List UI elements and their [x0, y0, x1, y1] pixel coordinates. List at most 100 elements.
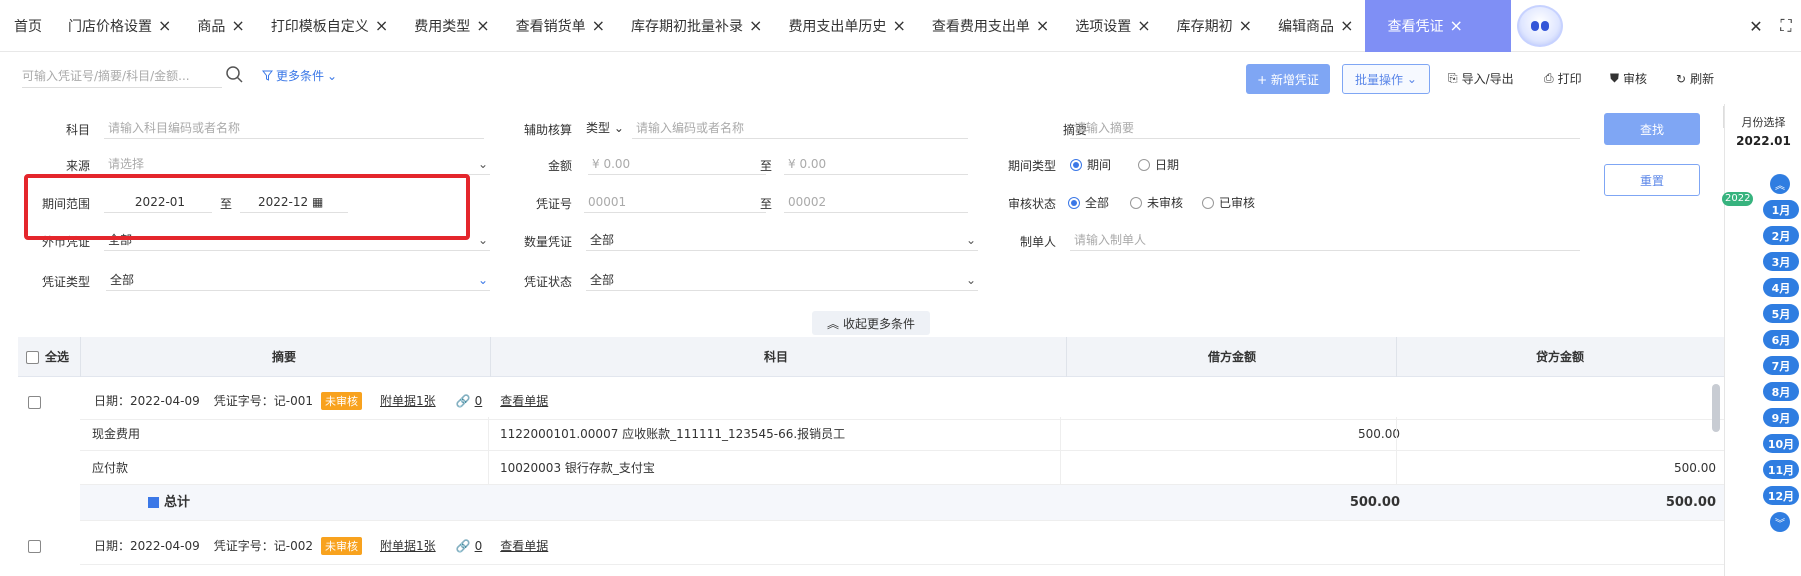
audit-pending-radio[interactable]: 未审核	[1130, 194, 1183, 211]
close-icon[interactable]: ×	[231, 16, 244, 35]
summary-input[interactable]: 请输入摘要	[1070, 117, 1580, 139]
period-to-input[interactable]: 2022-12 ▦	[240, 191, 348, 213]
search-input[interactable]	[22, 64, 222, 88]
close-icon[interactable]: ×	[1036, 16, 1049, 35]
chevron-down-icon: ⌄	[965, 273, 976, 287]
reset-button[interactable]: 重置	[1604, 164, 1700, 196]
find-button[interactable]: 查找	[1604, 113, 1700, 145]
view-document-link[interactable]: 查看单据	[500, 537, 548, 554]
more-conditions-toggle[interactable]: 更多条件 ⌄	[262, 67, 337, 84]
audit-done-radio[interactable]: 已审核	[1202, 194, 1255, 211]
tab-view-voucher[interactable]: 查看凭证 ×	[1365, 0, 1511, 52]
close-icon[interactable]: ×	[375, 16, 388, 35]
aux-label: 辅助核算	[523, 123, 572, 137]
audit-all-radio[interactable]: 全部	[1068, 194, 1109, 211]
search-icon[interactable]	[224, 64, 246, 86]
period-from-input[interactable]: 2022-01	[104, 191, 212, 213]
month-button[interactable]: 1月	[1763, 200, 1799, 219]
amount-to-input[interactable]: ¥ 0.00	[784, 153, 968, 175]
tab-stock-opening[interactable]: 库存期初 ×	[1163, 0, 1264, 52]
close-icon[interactable]: ×	[749, 16, 762, 35]
total-credit: 500.00	[1665, 495, 1716, 510]
batch-operations-button[interactable]: 批量操作 ⌄	[1342, 64, 1430, 94]
total-label-wrap: 总计	[148, 485, 190, 521]
month-button[interactable]: 9月	[1763, 408, 1799, 427]
tab-options[interactable]: 选项设置 ×	[1061, 0, 1162, 52]
sum-icon	[148, 497, 159, 508]
aux-type-select[interactable]: 类型 ⌄	[582, 117, 624, 139]
close-window-icon[interactable]: ✕	[1741, 17, 1771, 36]
voucher-status-value: 全部	[590, 273, 615, 287]
month-button[interactable]: 6月	[1763, 330, 1799, 349]
row-checkbox[interactable]	[28, 540, 41, 553]
period-type-date-radio[interactable]: 日期	[1138, 156, 1179, 173]
close-icon[interactable]: ×	[1340, 16, 1353, 35]
month-button[interactable]: 3月	[1763, 252, 1799, 271]
column-divider	[80, 337, 81, 377]
table-row[interactable]: 应付款 10020003 银行存款_支付宝 500.00	[80, 451, 1724, 485]
tab-edit-goods[interactable]: 编辑商品 ×	[1264, 0, 1365, 52]
print-button[interactable]: ⎙ 打印	[1544, 70, 1582, 87]
tab-stock-batch[interactable]: 库存期初批量补录 ×	[617, 0, 774, 52]
table-row[interactable]: 现金费用 1122000101.00007 应收账款_111111_123545…	[80, 417, 1724, 451]
scrollbar[interactable]	[1712, 384, 1720, 432]
month-button[interactable]: 4月	[1763, 278, 1799, 297]
month-button[interactable]: 7月	[1763, 356, 1799, 375]
import-export-button[interactable]: ⎘ 导入/导出	[1448, 70, 1514, 87]
tab-home[interactable]: 首页	[0, 0, 54, 52]
collapse-conditions-button[interactable]: ︽ 收起更多条件	[812, 311, 930, 335]
radio-label: 已审核	[1219, 196, 1256, 210]
new-voucher-button[interactable]: + 新增凭证	[1246, 64, 1330, 94]
tab-print-template[interactable]: 打印模板自定义 ×	[257, 0, 400, 52]
attachment-link[interactable]: 附单据1张	[380, 392, 436, 409]
tab-store-price[interactable]: 门店价格设置 ×	[54, 0, 183, 52]
tab-expense-type[interactable]: 费用类型 ×	[400, 0, 501, 52]
chevron-down-icon: ⌄	[477, 273, 488, 287]
voucher-type-select[interactable]: 全部 ⌄	[106, 269, 490, 291]
month-button[interactable]: 12月	[1763, 486, 1799, 505]
row-checkbox[interactable]	[28, 396, 41, 409]
link-count[interactable]: 0	[475, 539, 483, 553]
close-icon[interactable]: ×	[158, 16, 171, 35]
chevron-up-icon[interactable]: ︽	[1770, 174, 1790, 194]
checkbox-icon	[26, 350, 39, 364]
close-icon[interactable]: ×	[892, 16, 905, 35]
month-button[interactable]: 11月	[1763, 460, 1799, 479]
close-icon[interactable]: ×	[1449, 16, 1462, 35]
voucher-status-select[interactable]: 全部 ⌄	[586, 269, 978, 291]
tab-goods[interactable]: 商品 ×	[183, 0, 256, 52]
assistant-robot-icon[interactable]	[1512, 0, 1568, 52]
month-button[interactable]: 10月	[1763, 434, 1799, 453]
tab-label: 选项设置	[1075, 18, 1132, 35]
status-badge: 未审核	[321, 391, 362, 410]
view-document-link[interactable]: 查看单据	[500, 392, 548, 409]
close-icon[interactable]: ×	[1137, 16, 1150, 35]
refresh-button[interactable]: ↻ 刷新	[1676, 70, 1714, 87]
audit-button[interactable]: ⛊ 审核	[1610, 70, 1647, 87]
tab-expense-history[interactable]: 费用支出单历史 ×	[774, 0, 917, 52]
tab-view-expense[interactable]: 查看费用支出单 ×	[918, 0, 1061, 52]
month-button[interactable]: 8月	[1763, 382, 1799, 401]
period-type-period-radio[interactable]: 期间	[1070, 156, 1111, 173]
month-button[interactable]: 2月	[1763, 226, 1799, 245]
close-icon[interactable]: ×	[476, 16, 489, 35]
close-icon[interactable]: ×	[1239, 16, 1252, 35]
voucher-no-to-input[interactable]: 00002	[784, 191, 968, 213]
select-all[interactable]: 全选	[26, 337, 69, 377]
chevron-down-icon[interactable]: ︾	[1770, 512, 1790, 532]
voucher-status-label: 凭证状态	[523, 275, 572, 289]
month-button[interactable]: 5月	[1763, 304, 1799, 323]
attachment-link[interactable]: 附单据1张	[380, 537, 436, 554]
subject-input[interactable]: 请输入科目编码或者名称	[104, 117, 484, 139]
quantity-select[interactable]: 全部 ⌄	[586, 229, 978, 251]
fullscreen-icon[interactable]: ⛶	[1771, 16, 1801, 36]
creator-input[interactable]: 请输入制单人	[1070, 229, 1580, 251]
foreign-select[interactable]: 全部 ⌄	[104, 229, 490, 251]
voucher-no-label: 凭证号	[535, 197, 572, 211]
tab-sales-order[interactable]: 查看销货单 ×	[502, 0, 617, 52]
link-count[interactable]: 0	[475, 394, 483, 408]
source-select[interactable]: 请选择 ⌄	[104, 153, 490, 175]
close-icon[interactable]: ×	[592, 16, 605, 35]
radio-label: 全部	[1085, 196, 1110, 210]
aux-input[interactable]: 请输入编码或者名称	[632, 117, 968, 139]
